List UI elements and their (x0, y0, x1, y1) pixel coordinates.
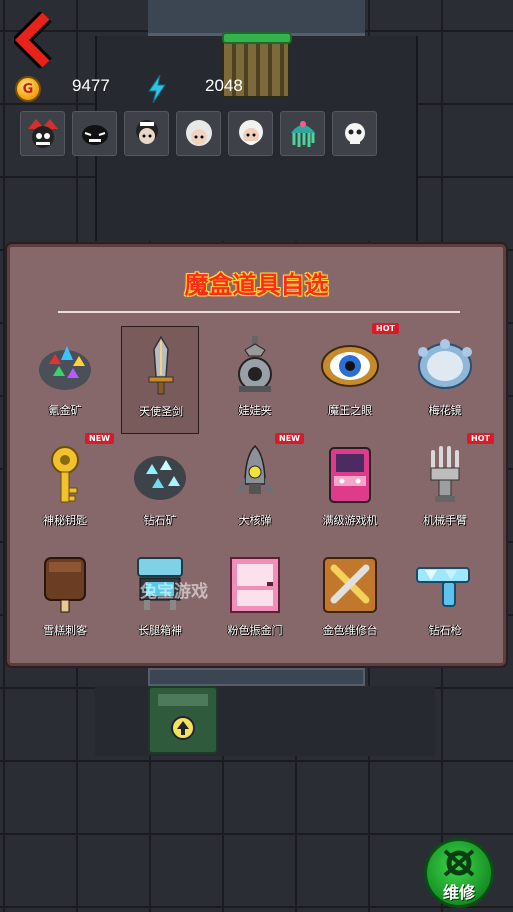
item-label: 粉色振金门 (227, 624, 283, 637)
bottom-corridor (95, 686, 435, 756)
hot-badge: HOT (467, 433, 494, 444)
item-slot-ice-cream[interactable]: 雪糕刺客 (26, 546, 104, 654)
plum-mirror-icon (418, 339, 472, 389)
ice-cream-icon (44, 557, 86, 613)
new-badge: NEW (275, 433, 304, 444)
item-label: 氪金矿 (48, 404, 82, 417)
item-slot-pink-door[interactable]: 粉色振金门 (216, 546, 294, 654)
item-slot-nuke[interactable]: NEW 大核弹 (216, 433, 304, 544)
hero-white-hair-icon (185, 119, 212, 146)
item-label: 天使圣剑 (139, 405, 183, 418)
item-slot-repair-table[interactable]: 金色维修台 (311, 546, 389, 654)
arcade-icon (329, 447, 371, 503)
title-divider (58, 311, 460, 313)
item-label: 雪糕刺客 (43, 624, 87, 637)
robot-arm-icon (430, 446, 460, 502)
item-label: 大核弹 (238, 514, 272, 527)
nuke-icon (235, 444, 275, 494)
repair-table-icon (323, 557, 377, 613)
pink-door-icon (230, 557, 280, 613)
hero-jester-icon (27, 118, 58, 148)
hero-roster (20, 111, 377, 156)
hero-slot[interactable] (124, 111, 169, 156)
energy-icon (148, 74, 166, 104)
repair-button[interactable]: 维修 (424, 838, 494, 908)
back-button[interactable] (10, 10, 58, 70)
hero-slot[interactable] (228, 111, 273, 156)
bottom-wall (148, 668, 365, 686)
item-label: 神秘钥匙 (43, 514, 87, 527)
item-label: 魔王之眼 (328, 404, 372, 417)
coin-icon-letter: G (22, 81, 34, 97)
item-slot-diamond-ore[interactable]: 钻石矿 (121, 436, 199, 544)
item-select-dialog: 魔盒道具自选 氪金矿 天使圣剑 娃娃夹 HOT 魔王之眼 梅花镜 NEW 神秘钥… (7, 244, 506, 666)
item-label: 金色维修台 (322, 624, 378, 637)
claw-machine-icon (238, 336, 272, 392)
item-slot-arcade[interactable]: 满级游戏机 (311, 436, 389, 544)
item-slot-demon-eye[interactable]: HOT 魔王之眼 (311, 323, 399, 434)
angel-sword-icon (148, 335, 174, 395)
diamond-gun-icon (416, 567, 470, 607)
new-badge: NEW (85, 433, 114, 444)
item-slot-claw-machine[interactable]: 娃娃夹 (216, 326, 294, 434)
item-label: 长腿箱神 (138, 624, 182, 637)
repair-label: 维修 (442, 883, 475, 902)
demon-eye-icon (321, 345, 379, 387)
hero-slot[interactable] (280, 111, 325, 156)
watermark-text: 兔宝游戏 (140, 582, 208, 602)
item-slot-angel-sword[interactable]: 天使圣剑 (121, 326, 199, 434)
top-wall (148, 0, 365, 36)
item-slot-plum-mirror[interactable]: 梅花镜 (406, 326, 484, 434)
gem-ore-icon (39, 346, 91, 390)
hero-old-man-icon (238, 119, 263, 145)
diamond-ore-icon (134, 456, 186, 500)
hero-jellyfish-icon (290, 120, 315, 147)
dialog-title: 魔盒道具自选 (184, 271, 329, 299)
bottom-door[interactable] (148, 686, 218, 754)
hero-slot[interactable] (72, 111, 117, 156)
hero-skull-icon (344, 122, 365, 144)
hero-maid-icon (135, 119, 158, 144)
item-label: 满级游戏机 (322, 514, 378, 527)
hero-dark-knight-icon (81, 124, 108, 145)
energy-count: 2048 (205, 76, 243, 95)
hot-badge: HOT (372, 323, 399, 334)
item-label: 机械手臂 (423, 514, 467, 527)
item-slot-gem-ore[interactable]: 氪金矿 (26, 326, 104, 434)
coin-icon: G (15, 76, 41, 102)
mystery-key-icon (51, 446, 79, 503)
hero-slot[interactable] (332, 111, 377, 156)
wrench-gear-icon (443, 849, 475, 877)
hero-slot[interactable] (176, 111, 221, 156)
hero-slot[interactable] (20, 111, 65, 156)
item-label: 钻石矿 (143, 514, 177, 527)
upgrade-arrow-icon (158, 694, 208, 740)
item-label: 梅花镜 (428, 404, 462, 417)
back-arrow-icon (10, 10, 52, 70)
item-label: 娃娃夹 (238, 404, 272, 417)
item-label: 钻石枪 (428, 624, 462, 637)
door-health-bar (222, 32, 292, 44)
item-slot-robot-arm[interactable]: HOT 机械手臂 (406, 433, 494, 544)
item-slot-diamond-gun[interactable]: 钻石枪 (406, 546, 484, 654)
coin-count: 9477 (72, 76, 110, 95)
item-slot-mystery-key[interactable]: NEW 神秘钥匙 (26, 433, 114, 544)
